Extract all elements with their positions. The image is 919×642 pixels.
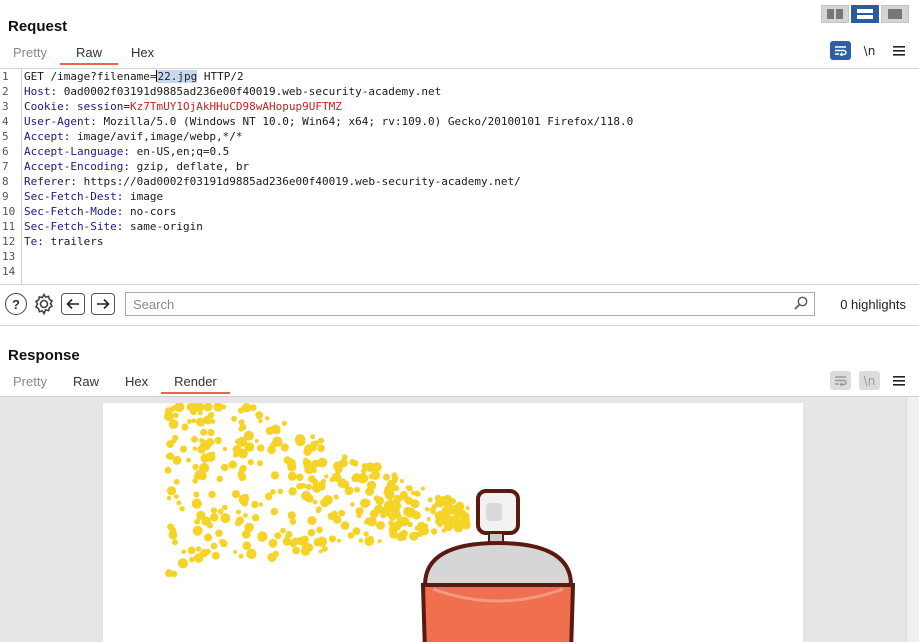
tab-response-pretty[interactable]: Pretty xyxy=(0,371,60,394)
line-number: 10 xyxy=(2,205,16,218)
request-line[interactable]: Accept-Encoding: gzip, deflate, br xyxy=(24,159,919,174)
header-value: 0ad0002f03191d9885ad236e00f40019.web-sec… xyxy=(63,85,442,98)
line-number: 14 xyxy=(2,265,16,278)
request-line[interactable]: Sec-Fetch-Dest: image xyxy=(24,189,919,204)
header-value: = xyxy=(123,100,130,113)
settings-gear-icon[interactable] xyxy=(32,292,56,319)
tab-response-hex[interactable]: Hex xyxy=(112,371,161,394)
response-render-view xyxy=(0,396,919,642)
request-line[interactable]: Cookie: session=Kz7TmUY1OjAkHHuCD98wAHop… xyxy=(24,99,919,114)
tab-response-render[interactable]: Render xyxy=(161,371,230,394)
header-value: GET /image?filename= xyxy=(24,70,157,83)
back-arrow-icon[interactable] xyxy=(61,293,85,315)
line-number: 5 xyxy=(2,130,9,143)
line-number: 12 xyxy=(2,235,16,248)
layout-side-by-side-button[interactable] xyxy=(821,5,849,23)
response-editor-tools: \n xyxy=(830,371,909,390)
header-value: Kz7TmUY1OjAkHHuCD98wAHopup9UFTMZ xyxy=(129,100,342,113)
search-icon xyxy=(794,296,808,313)
header-name: Host: xyxy=(24,85,64,98)
search-input[interactable] xyxy=(125,292,815,316)
line-number: 6 xyxy=(2,145,9,158)
wrap-lines-toggle[interactable] xyxy=(830,41,851,60)
tab-request-raw[interactable]: Raw xyxy=(59,42,118,65)
header-value: same-origin xyxy=(129,220,203,233)
request-line[interactable]: Accept: image/avif,image/webp,*/* xyxy=(24,129,919,144)
forward-arrow-icon[interactable] xyxy=(91,293,115,315)
layout-switcher xyxy=(821,5,909,23)
header-name: Sec-Fetch-Dest: xyxy=(24,190,130,203)
response-wrap-lines-toggle[interactable] xyxy=(830,371,851,390)
highlights-count: 0 highlights xyxy=(840,297,906,312)
help-icon[interactable]: ? xyxy=(5,293,27,315)
panel-divider[interactable] xyxy=(0,325,919,326)
header-name: User-Agent: xyxy=(24,115,104,128)
request-line[interactable] xyxy=(24,264,919,279)
line-number: 8 xyxy=(2,175,9,188)
wrap-icon xyxy=(835,46,847,56)
line-number: 1 xyxy=(2,70,9,83)
header-value: image/avif,image/webp,*/* xyxy=(76,130,243,143)
request-title: Request xyxy=(8,18,68,35)
tab-request-hex[interactable]: Hex xyxy=(118,42,167,65)
request-menu-icon[interactable] xyxy=(888,41,909,60)
line-number: 2 xyxy=(2,85,9,98)
header-value: image xyxy=(129,190,164,203)
request-line[interactable]: Sec-Fetch-Mode: no-cors xyxy=(24,204,919,219)
header-value: gzip, deflate, br xyxy=(136,160,250,173)
line-number: 7 xyxy=(2,160,9,173)
request-editor[interactable]: 1 2 3 4 5 6 7 8 9 10 11 12 13 14 GET /image?filename=… xyxy=(0,68,919,285)
line-number: 9 xyxy=(2,190,9,203)
response-title: Response xyxy=(8,347,80,364)
request-line[interactable]: Te: trailers xyxy=(24,234,919,249)
layout-stacked-button[interactable] xyxy=(851,5,879,23)
request-line[interactable] xyxy=(24,249,919,264)
response-show-newlines-toggle[interactable]: \n xyxy=(859,371,880,390)
header-name: Cookie: xyxy=(24,100,77,113)
search-bar: ? 0 highlights xyxy=(0,288,919,320)
rendered-image xyxy=(103,401,803,642)
request-line[interactable]: Accept-Language: en-US,en;q=0.5 xyxy=(24,144,919,159)
header-name: Accept-Language: xyxy=(24,145,137,158)
header-value: HTTP/2 xyxy=(197,70,244,83)
header-value: Mozilla/5.0 (Windows NT 10.0; Win64; x64… xyxy=(103,115,634,128)
line-number: 3 xyxy=(2,100,9,113)
line-number: 11 xyxy=(2,220,16,233)
header-name: Sec-Fetch-Site: xyxy=(24,220,130,233)
request-raw-text[interactable]: GET /image?filename=22.jpg HTTP/2 Host: 0… xyxy=(22,69,919,284)
response-menu-icon[interactable] xyxy=(888,371,909,390)
header-name: Accept-Encoding: xyxy=(24,160,137,173)
tab-response-raw[interactable]: Raw xyxy=(60,371,112,394)
tab-request-pretty[interactable]: Pretty xyxy=(0,42,60,65)
request-editor-tools: \n xyxy=(830,41,909,60)
header-name: session xyxy=(76,100,124,113)
header-value: en-US,en;q=0.5 xyxy=(136,145,230,158)
line-number-gutter: 1 2 3 4 5 6 7 8 9 10 11 12 13 14 xyxy=(0,69,22,284)
request-line[interactable]: Sec-Fetch-Site: same-origin xyxy=(24,219,919,234)
request-line[interactable]: Referer: https://0ad0002f03191d9885ad236… xyxy=(24,174,919,189)
header-value: https://0ad0002f03191d9885ad236e00f40019… xyxy=(83,175,521,188)
request-line[interactable]: User-Agent: Mozilla/5.0 (Windows NT 10.0… xyxy=(24,114,919,129)
header-name: Sec-Fetch-Mode: xyxy=(24,205,130,218)
header-name: Accept: xyxy=(24,130,77,143)
response-tabs: Pretty Raw Hex Render xyxy=(0,371,230,394)
wrap-icon xyxy=(835,376,847,386)
header-value: trailers xyxy=(50,235,104,248)
request-line[interactable]: GET /image?filename=22.jpg HTTP/2 xyxy=(24,69,919,84)
header-value: no-cors xyxy=(129,205,177,218)
show-newlines-toggle[interactable]: \n xyxy=(859,41,880,60)
render-scrollbar[interactable] xyxy=(906,397,919,642)
selected-text: 22.jpg xyxy=(157,70,198,83)
header-name: Te: xyxy=(24,235,51,248)
spray-paint-can-icon xyxy=(164,401,576,642)
line-number: 4 xyxy=(2,115,9,128)
header-name: Referer: xyxy=(24,175,84,188)
layout-single-button[interactable] xyxy=(881,5,909,23)
request-tabs: Pretty Raw Hex xyxy=(0,42,167,65)
request-line[interactable]: Host: 0ad0002f03191d9885ad236e00f40019.w… xyxy=(24,84,919,99)
line-number: 13 xyxy=(2,250,16,263)
